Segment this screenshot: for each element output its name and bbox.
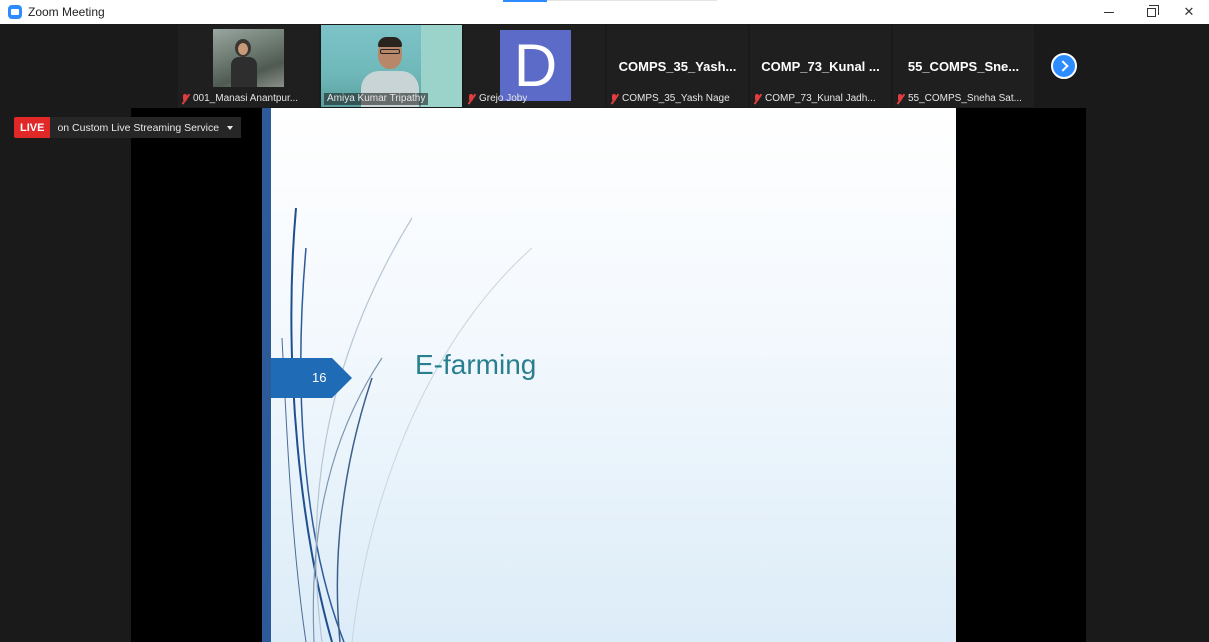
slide-title: E-farming — [415, 349, 537, 380]
minimize-button[interactable] — [1089, 0, 1129, 24]
participant-display-name: COMPS_35_Yash... — [618, 59, 737, 74]
slide-decoration — [262, 207, 533, 642]
presentation-slide: 16 E-farming — [262, 108, 956, 642]
muted-mic-icon — [753, 94, 762, 104]
participant-name-label: Amiya Kumar Tripathy — [324, 93, 429, 105]
participant-gallery: 001_Manasi Anantpur... Amiya Kumar Tripa… — [178, 25, 1044, 107]
participant-name-label: COMPS_35_Yash Nage — [610, 93, 730, 105]
participant-name: 55_COMPS_Sneha Sat... — [908, 93, 1022, 104]
minimize-icon — [1104, 11, 1114, 13]
live-service-label: on Custom Live Streaming Service — [57, 121, 220, 134]
close-icon: ✕ — [1183, 4, 1195, 19]
participant-name-label: 55_COMPS_Sneha Sat... — [896, 93, 1022, 105]
window-title: Zoom Meeting — [28, 5, 105, 19]
participant-tile[interactable]: 001_Manasi Anantpur... — [178, 25, 319, 107]
title-divider — [547, 0, 717, 1]
next-page-button[interactable] — [1051, 53, 1077, 79]
live-badge: LIVE — [14, 117, 51, 138]
participant-name: Amiya Kumar Tripathy — [327, 93, 426, 104]
participant-tile[interactable]: D Grejo Joby — [464, 25, 605, 107]
participant-name-label: Grejo Joby — [467, 93, 527, 105]
participant-display-name: COMP_73_Kunal ... — [761, 59, 880, 74]
slide-number: 16 — [312, 370, 327, 385]
muted-mic-icon — [467, 94, 476, 104]
zoom-app-icon — [8, 5, 22, 19]
title-bar: Zoom Meeting ✕ — [0, 0, 1209, 24]
participant-name-label: COMP_73_Kunal Jadh... — [753, 93, 876, 105]
participant-name: COMP_73_Kunal Jadh... — [765, 93, 876, 104]
participant-tile-active-speaker[interactable]: Amiya Kumar Tripathy — [321, 25, 462, 107]
muted-mic-icon — [610, 94, 619, 104]
participant-avatar: D — [500, 30, 571, 101]
slide-accent-bar — [262, 108, 271, 642]
restore-button[interactable] — [1131, 0, 1171, 24]
muted-mic-icon — [181, 94, 190, 104]
participant-name: 001_Manasi Anantpur... — [193, 93, 299, 104]
participant-tile[interactable]: COMP_73_Kunal ... COMP_73_Kunal Jadh... — [750, 25, 891, 107]
dropdown-caret-icon — [227, 125, 234, 130]
close-button[interactable]: ✕ — [1169, 0, 1209, 24]
muted-mic-icon — [896, 94, 905, 104]
participant-tile[interactable]: 55_COMPS_Sne... 55_COMPS_Sneha Sat... — [893, 25, 1034, 107]
live-streaming-indicator[interactable]: LIVE on Custom Live Streaming Service — [14, 117, 242, 138]
participant-name: COMPS_35_Yash Nage — [622, 93, 730, 104]
participant-display-name: 55_COMPS_Sne... — [907, 59, 1020, 74]
restore-icon — [1146, 4, 1159, 17]
live-service-dropdown[interactable]: on Custom Live Streaming Service — [50, 117, 242, 138]
participant-tile[interactable]: COMPS_35_Yash... COMPS_35_Yash Nage — [607, 25, 748, 107]
title-focus-indicator — [503, 0, 547, 2]
participant-photo — [213, 29, 284, 87]
participant-name-label: 001_Manasi Anantpur... — [181, 93, 298, 105]
participant-name: Grejo Joby — [479, 93, 528, 104]
